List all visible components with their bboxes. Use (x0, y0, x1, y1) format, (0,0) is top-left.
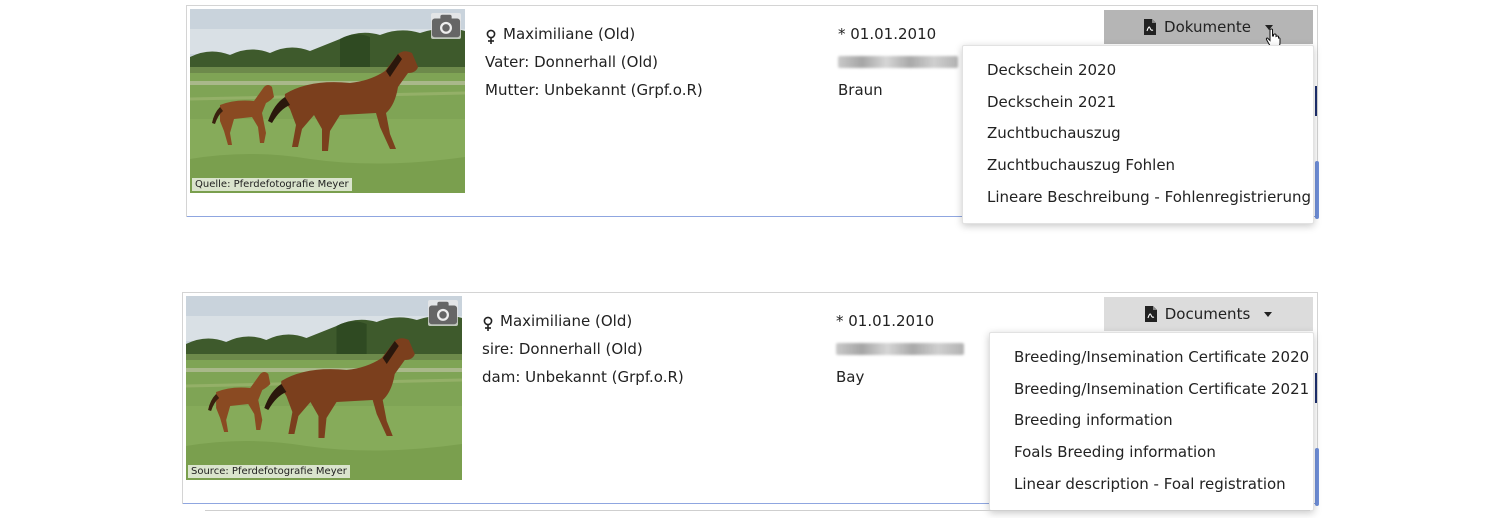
pdf-file-icon (1144, 19, 1157, 35)
coat-color: Braun (838, 81, 883, 99)
menu-item-breeding-certificate-2020[interactable]: Breeding/Insemination Certificate 2020 (990, 342, 1313, 374)
horse-info: Maximiliane (Old) sire: Donnerhall (Old)… (482, 307, 684, 391)
horse-info: Maximiliane (Old) Vater: Donnerhall (Old… (485, 20, 703, 104)
horse-name[interactable]: Maximiliane (Old) (503, 20, 635, 48)
documents-dropdown-button[interactable]: Dokumente (1104, 10, 1313, 44)
next-card-edge (205, 510, 1310, 511)
menu-item-zuchtbuchauszug-fohlen[interactable]: Zuchtbuchauszug Fohlen (963, 150, 1313, 182)
documents-button-label: Documents (1164, 305, 1251, 323)
pdf-file-icon (1144, 306, 1157, 322)
menu-item-linear-description[interactable]: Linear description - Foal registration (990, 469, 1313, 501)
documents-dropdown-button[interactable]: Documents (1104, 297, 1313, 331)
blurred-ueln (838, 56, 958, 68)
horse-photo-image (186, 296, 462, 480)
card-accent (1315, 161, 1319, 219)
menu-item-breeding-certificate-2021[interactable]: Breeding/Insemination Certificate 2021 (990, 374, 1313, 406)
menu-item-deckschein-2021[interactable]: Deckschein 2021 (963, 87, 1313, 119)
horse-photo[interactable]: Source: Pferdefotografie Meyer (186, 296, 462, 480)
dam-info[interactable]: dam: Unbekannt (Grpf.o.R) (482, 363, 684, 391)
birth-date: * 01.01.2010 (836, 312, 935, 330)
horse-meta: * 01.01.2010 Braun (838, 20, 958, 104)
female-icon (482, 313, 494, 331)
horse-meta: * 01.01.2010 Bay (836, 307, 964, 391)
camera-icon[interactable] (431, 13, 461, 39)
birth-date: * 01.01.2010 (838, 25, 937, 43)
menu-item-lineare-beschreibung[interactable]: Lineare Beschreibung - Fohlenregistrieru… (963, 182, 1313, 214)
sire-info[interactable]: sire: Donnerhall (Old) (482, 335, 643, 363)
documents-dropdown-menu: Breeding/Insemination Certificate 2020 B… (989, 332, 1314, 511)
menu-item-zuchtbuchauszug[interactable]: Zuchtbuchauszug (963, 118, 1313, 150)
female-icon (485, 26, 497, 44)
menu-item-breeding-information[interactable]: Breeding information (990, 405, 1313, 437)
photo-source-caption: Quelle: Pferdefotografie Meyer (192, 178, 352, 191)
card-accent-tick (1315, 86, 1317, 116)
horse-name[interactable]: Maximiliane (Old) (500, 307, 632, 335)
photo-source-caption: Source: Pferdefotografie Meyer (188, 465, 350, 478)
menu-item-deckschein-2020[interactable]: Deckschein 2020 (963, 55, 1313, 87)
dam-info[interactable]: Mutter: Unbekannt (Grpf.o.R) (485, 76, 703, 104)
caret-down-icon (1264, 311, 1273, 317)
documents-button-label: Dokumente (1164, 18, 1251, 36)
horse-photo[interactable]: Quelle: Pferdefotografie Meyer (190, 9, 465, 193)
documents-dropdown-menu: Deckschein 2020 Deckschein 2021 Zuchtbuc… (962, 45, 1314, 224)
camera-icon[interactable] (428, 300, 458, 326)
blurred-ueln (836, 343, 964, 355)
horse-photo-image (190, 9, 465, 193)
card-accent-tick (1315, 373, 1317, 403)
sire-info[interactable]: Vater: Donnerhall (Old) (485, 48, 658, 76)
card-accent (1315, 448, 1319, 506)
coat-color: Bay (836, 368, 865, 386)
menu-item-foals-breeding-information[interactable]: Foals Breeding information (990, 437, 1313, 469)
